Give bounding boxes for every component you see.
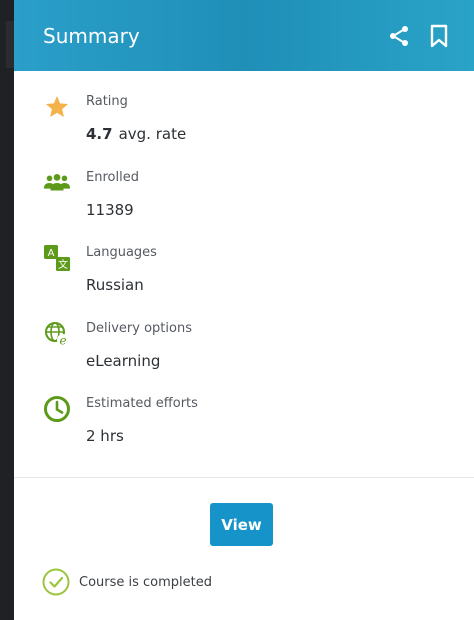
delivery-label: Delivery options <box>86 320 192 336</box>
delivery-value: eLearning <box>86 351 161 370</box>
translate-icon: A 文 <box>43 244 71 272</box>
view-button[interactable]: View <box>210 503 273 546</box>
globe-elearning-icon: e <box>43 320 71 348</box>
completion-status: Course is completed <box>42 568 212 596</box>
svg-text:A: A <box>48 248 55 259</box>
languages-label: Languages <box>86 245 157 260</box>
clock-icon <box>43 395 71 423</box>
card-header: Summary <box>14 0 474 71</box>
efforts-value: 2 hrs <box>86 427 124 445</box>
languages-value: Russian <box>86 276 144 294</box>
info-row-enrolled: Enrolled 11389 <box>14 169 474 245</box>
card-title: Summary <box>43 23 140 48</box>
rating-value: 4.7 avg. rate <box>86 124 186 144</box>
header-actions <box>386 23 452 49</box>
efforts-label: Estimated efforts <box>86 396 198 411</box>
info-row-efforts: Estimated efforts 2 hrs <box>14 395 474 471</box>
share-icon <box>390 25 408 46</box>
share-button[interactable] <box>386 23 412 49</box>
rating-label: Rating <box>86 94 128 109</box>
svg-text:e: e <box>59 333 66 347</box>
bookmark-button[interactable] <box>426 23 452 49</box>
rating-number: 4.7 <box>86 125 113 143</box>
users-icon <box>43 169 71 197</box>
enrolled-label: Enrolled <box>86 169 139 185</box>
bookmark-icon <box>430 24 448 47</box>
info-list: Rating 4.7 avg. rate Enrolled 11389 A 文 … <box>14 71 474 471</box>
info-row-languages: A 文 Languages Russian <box>14 244 474 320</box>
info-row-delivery: e Delivery options eLearning <box>14 320 474 396</box>
divider <box>14 477 474 478</box>
status-text: Course is completed <box>79 574 213 590</box>
svg-text:文: 文 <box>58 258 68 271</box>
rating-unit: avg. rate <box>118 125 187 143</box>
enrolled-value: 11389 <box>86 200 134 219</box>
check-circle-icon <box>42 568 70 596</box>
summary-card: Summary Rating 4.7 avg. rate Enrolled 11… <box>14 0 474 620</box>
star-icon <box>43 93 71 121</box>
info-row-rating: Rating 4.7 avg. rate <box>14 93 474 169</box>
